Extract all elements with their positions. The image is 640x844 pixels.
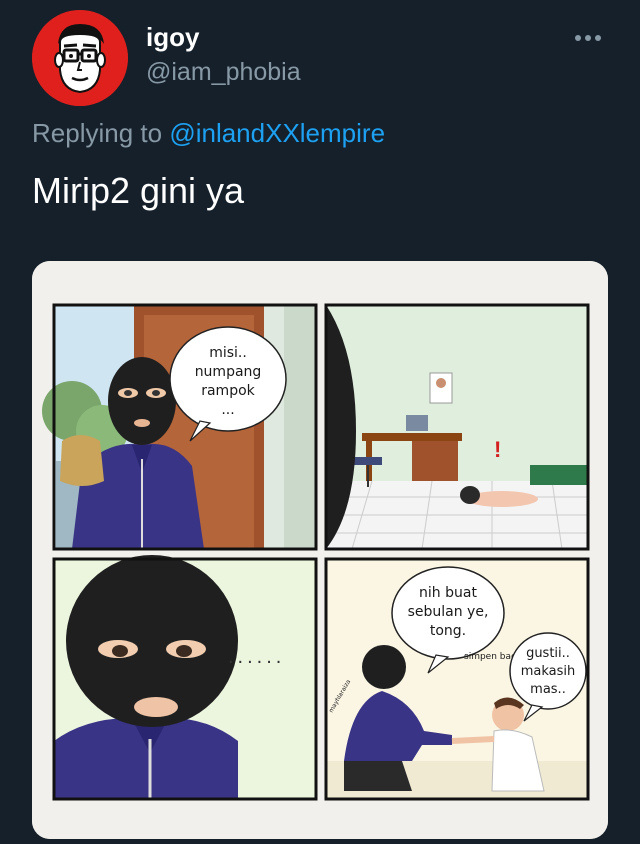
ellipsis-dots: ...... xyxy=(228,646,285,668)
more-horizontal-icon xyxy=(575,35,601,41)
replying-to-label: Replying to xyxy=(32,118,170,148)
display-name[interactable]: igoy xyxy=(146,22,199,53)
comic-panel-4: nih buat sebulan ye, tong. simpen bae2 g… xyxy=(324,557,590,801)
more-options-button[interactable] xyxy=(566,20,610,56)
bubble-2-line-3: tong. xyxy=(430,623,466,639)
comic-image: misi.. numpang rampok ... ! ...... nih b… xyxy=(32,261,608,839)
replying-to: Replying to @inlandXXlempire xyxy=(32,118,385,149)
bubble-1-line-3: rampok xyxy=(201,383,255,399)
user-handle[interactable]: @iam_phobia xyxy=(146,58,301,87)
mention-link[interactable]: @inlandXXlempire xyxy=(169,118,385,148)
comic-panel-3: ...... xyxy=(52,555,318,801)
bubble-1-line-1: misi.. xyxy=(209,345,247,361)
tweet-image[interactable]: misi.. numpang rampok ... ! ...... nih b… xyxy=(32,261,608,839)
bubble-1-line-4: ... xyxy=(221,402,234,418)
bubble-3-line-2: makasih xyxy=(521,664,576,679)
avatar[interactable] xyxy=(32,10,128,106)
bubble-3-line-3: mas.. xyxy=(530,682,566,697)
tweet-text: Mirip2 gini ya xyxy=(32,170,245,211)
bubble-2-line-1: nih buat xyxy=(419,585,477,601)
bubble-3-line-1: gustii.. xyxy=(526,646,570,661)
face-icon xyxy=(32,10,128,106)
comic-panel-1: misi.. numpang rampok ... xyxy=(42,303,318,551)
comic-panel-2: ! xyxy=(324,303,590,551)
bubble-1-line-2: numpang xyxy=(195,364,262,380)
exclaim-mark: ! xyxy=(494,437,501,462)
bubble-2-line-2: sebulan ye, xyxy=(408,604,489,620)
